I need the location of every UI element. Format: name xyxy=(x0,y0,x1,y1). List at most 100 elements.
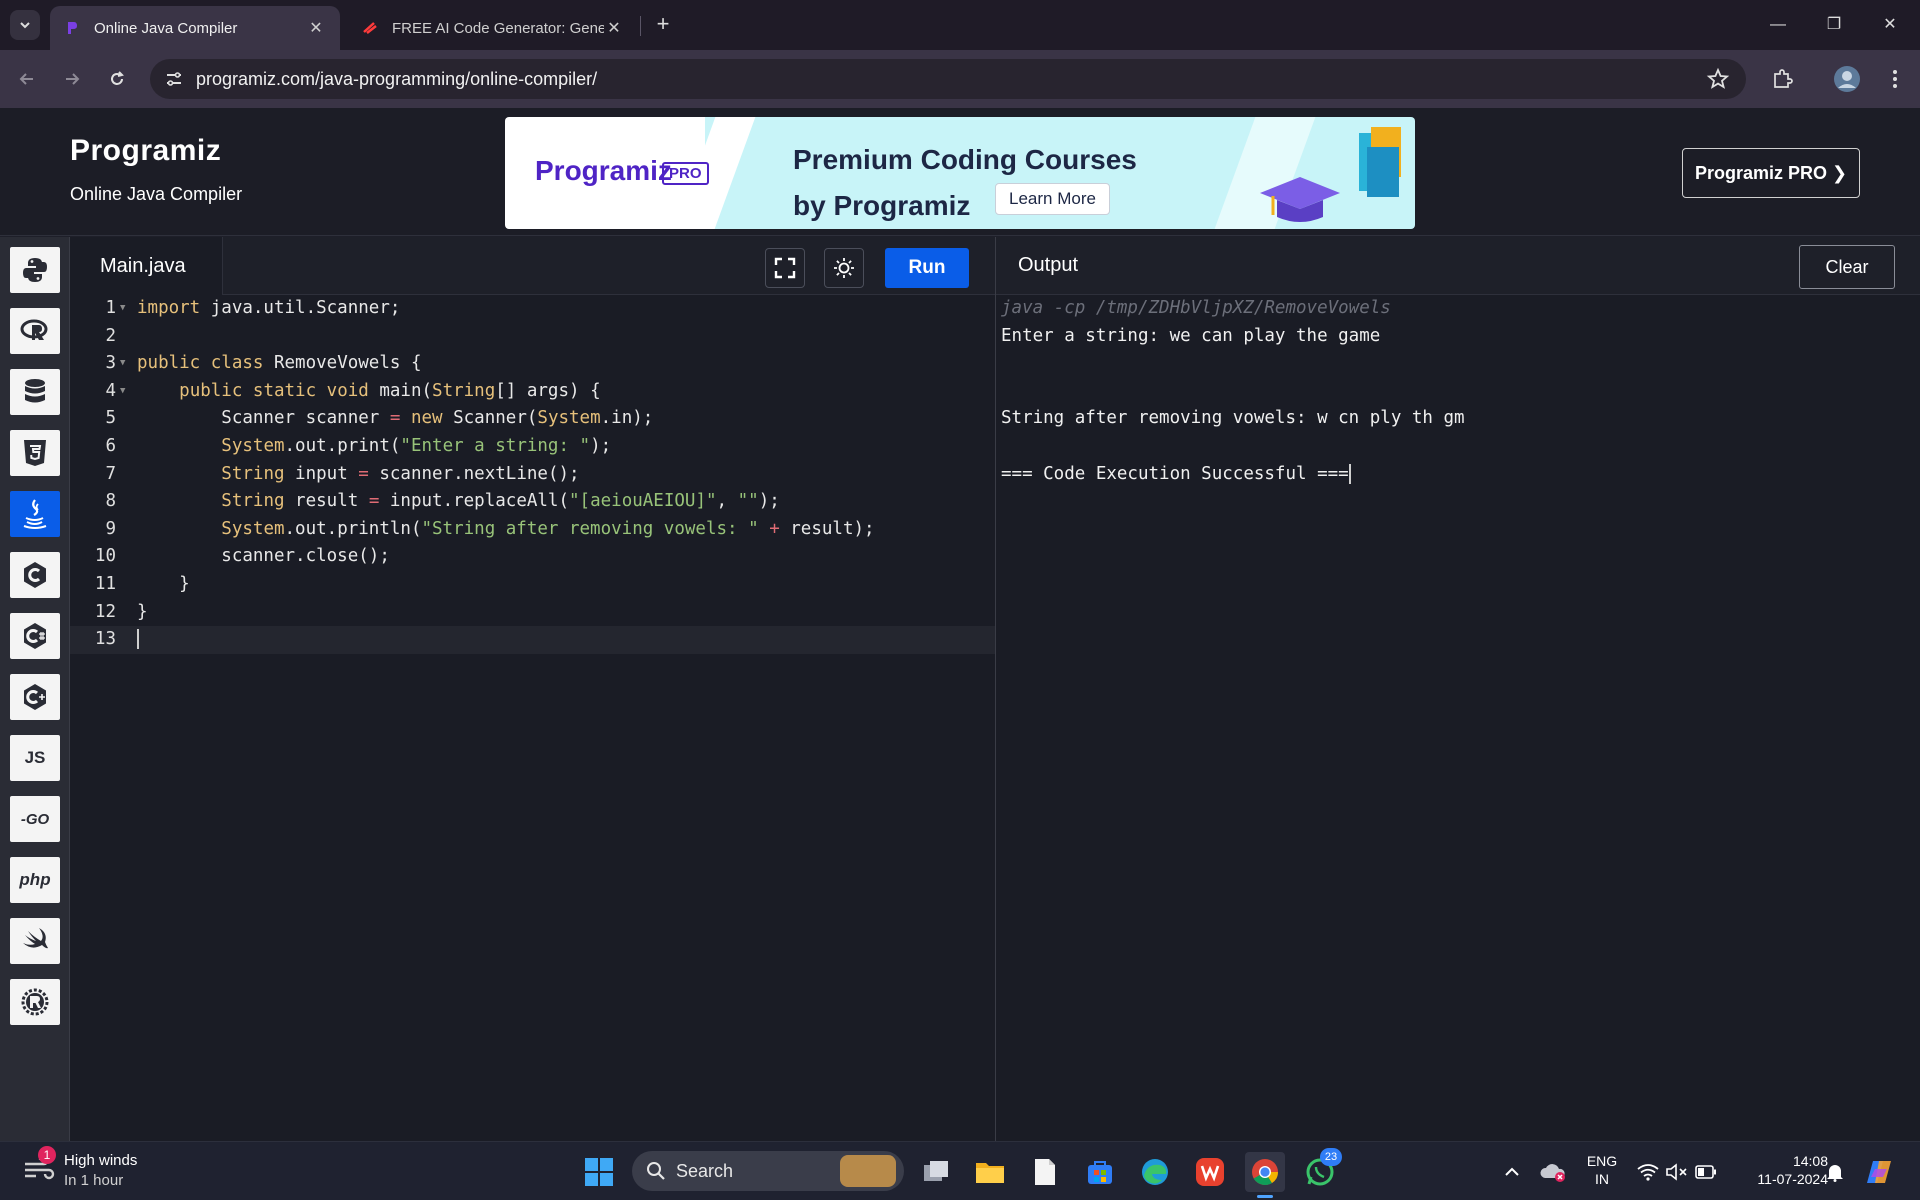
copilot-button[interactable] xyxy=(1860,1152,1900,1192)
clock[interactable]: 14:08 11-07-2024 xyxy=(1728,1152,1828,1188)
lang-csharp[interactable] xyxy=(10,613,60,659)
lang-go[interactable]: -GO xyxy=(10,796,60,842)
lang-swift[interactable] xyxy=(10,918,60,964)
code-line: 2 xyxy=(70,323,995,351)
site-settings-icon xyxy=(167,72,181,86)
profile-avatar[interactable] xyxy=(1832,64,1862,94)
lang-c[interactable] xyxy=(10,552,60,598)
chevron-down-icon xyxy=(20,22,30,29)
start-button[interactable] xyxy=(579,1152,619,1192)
microsoft-store-button[interactable] xyxy=(1080,1152,1120,1192)
close-window-button[interactable]: ✕ xyxy=(1870,8,1910,42)
lang-java[interactable] xyxy=(10,491,60,537)
code-area[interactable]: 1 ▼ import java.util.Scanner; 2 3 ▼ public c… xyxy=(70,295,995,654)
edge-button[interactable] xyxy=(1135,1152,1175,1192)
clear-button[interactable]: Clear xyxy=(1799,245,1895,289)
wps-office-button[interactable] xyxy=(1190,1152,1230,1192)
lang-r[interactable] xyxy=(10,308,60,354)
browser-tab[interactable]: FREE AI Code Generator: Gener ✕ xyxy=(348,6,638,50)
python-icon xyxy=(23,258,47,282)
js-icon: JS xyxy=(24,748,46,767)
search-icon xyxy=(647,1162,665,1180)
close-tab-icon[interactable]: ✕ xyxy=(306,18,326,38)
output-line: Enter a string: we can play the game xyxy=(1001,325,1381,346)
sun-icon xyxy=(834,258,854,278)
output-success-text: === Code Execution Successful === xyxy=(1001,463,1349,484)
text-cursor xyxy=(1348,463,1351,484)
theme-toggle-button[interactable] xyxy=(824,248,864,288)
code-line: 7 String input = scanner.nextLine(); xyxy=(70,461,995,489)
active-app-indicator xyxy=(1257,1195,1273,1198)
wps-icon xyxy=(1196,1158,1224,1186)
output-command-line: java -cp /tmp/ZDHbVljpXZ/RemoveVowels xyxy=(1001,298,1391,318)
notepad-button[interactable] xyxy=(1025,1152,1065,1192)
programiz-logo[interactable]: Programiz xyxy=(70,134,221,168)
browser-tab-active[interactable]: Online Java Compiler ✕ xyxy=(50,6,340,50)
fullscreen-icon xyxy=(774,257,796,279)
lang-sql[interactable] xyxy=(10,369,60,415)
learn-more-button[interactable]: Learn More xyxy=(995,183,1110,215)
programiz-pro-button[interactable]: Programiz PRO ❯ xyxy=(1682,148,1860,198)
taskbar-search[interactable]: Search xyxy=(632,1151,904,1191)
address-bar[interactable]: programiz.com/java-programming/online-co… xyxy=(150,59,1746,99)
chrome-button[interactable] xyxy=(1245,1152,1285,1198)
code-line: 9 System.out.println("String after remov… xyxy=(70,516,995,544)
browser-menu-button[interactable] xyxy=(1880,64,1910,94)
input-language-indicator[interactable]: ENG IN xyxy=(1580,1152,1624,1188)
file-tab-main-java[interactable]: Main.java xyxy=(70,237,223,295)
code-line: 6 System.out.print("Enter a string: "); xyxy=(70,433,995,461)
run-button[interactable]: Run xyxy=(885,248,969,288)
chevron-up-icon xyxy=(1505,1167,1519,1176)
extensions-button[interactable] xyxy=(1767,64,1797,94)
line-number: 7 xyxy=(105,463,116,484)
notifications-button[interactable] xyxy=(1815,1152,1855,1192)
lang-php[interactable]: php xyxy=(10,857,60,903)
battery-button[interactable] xyxy=(1686,1152,1726,1192)
code-line-current: 13 xyxy=(70,626,995,654)
line-number: 8 xyxy=(105,491,116,512)
line-number: 9 xyxy=(105,518,116,539)
output-line: String after removing vowels: w cn ply t… xyxy=(1001,408,1465,429)
output-header: Output Clear xyxy=(996,237,1920,295)
lang-cpp[interactable] xyxy=(10,674,60,720)
restore-button[interactable]: ❐ xyxy=(1814,8,1854,42)
fold-arrow-icon[interactable]: ▼ xyxy=(120,295,125,323)
tab-search-button[interactable] xyxy=(10,10,40,40)
file-explorer-button[interactable] xyxy=(970,1152,1010,1192)
lang-python[interactable] xyxy=(10,247,60,293)
fold-arrow-icon[interactable]: ▼ xyxy=(120,350,125,378)
go-icon: -GO xyxy=(20,810,50,828)
minimize-button[interactable]: — xyxy=(1758,8,1798,42)
back-button[interactable] xyxy=(12,64,42,94)
document-icon xyxy=(1035,1159,1055,1185)
puzzle-icon xyxy=(1774,69,1793,88)
bookmark-star-icon[interactable] xyxy=(1706,67,1730,91)
line-number: 4 xyxy=(105,380,116,401)
line-number: 13 xyxy=(94,629,116,650)
lang-html[interactable] xyxy=(10,430,60,476)
show-hidden-icons-button[interactable] xyxy=(1492,1152,1532,1192)
edge-icon xyxy=(1142,1159,1168,1185)
promo-banner[interactable]: Programiz PRO Premium Coding Courses by … xyxy=(505,117,1415,229)
weather-widget[interactable]: 1 High winds In 1 hour xyxy=(22,1146,137,1189)
onedrive-button[interactable] xyxy=(1533,1152,1573,1192)
output-console[interactable]: java -cp /tmp/ZDHbVljpXZ/RemoveVowels En… xyxy=(1001,295,1465,488)
task-view-button[interactable] xyxy=(916,1152,956,1192)
code-line: 3 ▼ public class RemoveVowels { xyxy=(70,350,995,378)
new-tab-button[interactable]: + xyxy=(650,12,676,38)
fullscreen-button[interactable] xyxy=(765,248,805,288)
lang-rust[interactable] xyxy=(10,979,60,1025)
close-tab-icon[interactable]: ✕ xyxy=(604,18,624,38)
browser-toolbar: programiz.com/java-programming/online-co… xyxy=(0,50,1920,108)
battery-icon xyxy=(1695,1165,1716,1179)
output-success-line: === Code Execution Successful === xyxy=(1001,461,1465,489)
url-text: programiz.com/java-programming/online-co… xyxy=(196,69,598,89)
csharp-icon xyxy=(24,623,46,649)
forward-button[interactable] xyxy=(57,64,87,94)
fold-arrow-icon[interactable]: ▼ xyxy=(120,378,125,406)
line-number: 11 xyxy=(94,573,116,594)
reload-button[interactable] xyxy=(102,64,132,94)
codegen-favicon-icon xyxy=(363,22,377,34)
lang-javascript[interactable]: JS xyxy=(10,735,60,781)
